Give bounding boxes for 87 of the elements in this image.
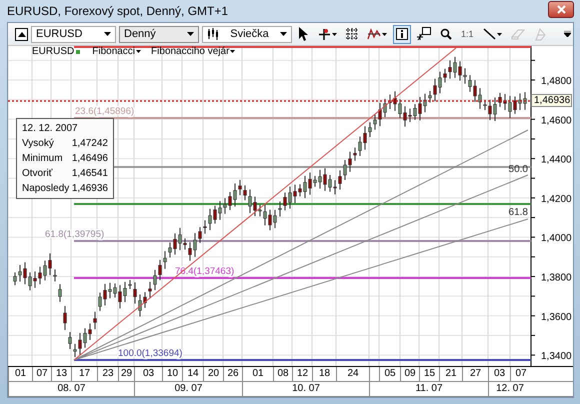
caret-icon bbox=[104, 32, 111, 36]
overflow-button[interactable] bbox=[564, 31, 571, 37]
crosshair-icon bbox=[318, 28, 331, 40]
day-label: 03 bbox=[488, 367, 510, 381]
search-icon bbox=[440, 28, 452, 40]
fan-level-label: 61.8 bbox=[508, 207, 528, 218]
info-tool-button[interactable] bbox=[393, 24, 411, 44]
tooltip-field-name: Naposledy bbox=[22, 183, 70, 194]
series-marker-icon bbox=[76, 50, 80, 54]
tooltip-field-name: Minimum bbox=[22, 153, 63, 164]
month-label: 12. 07 bbox=[488, 382, 531, 396]
day-label: 17 bbox=[71, 367, 97, 381]
day-label: 24 bbox=[336, 367, 369, 381]
caret-icon bbox=[230, 50, 236, 53]
price-axis-label: 1,4200 bbox=[541, 194, 572, 205]
day-label: 21 bbox=[439, 367, 462, 381]
day-label: 07 bbox=[32, 367, 51, 381]
symbol-legend: EURUSD bbox=[32, 46, 74, 57]
month-label: 10. 07 bbox=[242, 382, 369, 396]
day-label: 01 bbox=[8, 367, 32, 381]
price-axis-label: 1,3600 bbox=[541, 312, 572, 323]
day-label: 20 bbox=[203, 367, 223, 381]
caret-icon bbox=[496, 32, 502, 36]
price-axis-label: 1,3400 bbox=[541, 351, 572, 362]
triangle-up-icon bbox=[18, 32, 26, 36]
chevron-down-icon bbox=[564, 31, 571, 37]
day-label: 13 bbox=[51, 367, 71, 381]
tooltip-field-name: Vysoký bbox=[22, 138, 54, 149]
symbol-dropdown[interactable]: EURUSD bbox=[31, 26, 116, 42]
day-label: 07 bbox=[510, 367, 531, 381]
day-label: 23 bbox=[97, 367, 118, 381]
chart-type-dropdown[interactable]: Sviečka bbox=[202, 26, 292, 42]
day-label: 12 bbox=[292, 367, 312, 381]
close-icon bbox=[556, 4, 566, 14]
fan-level-label: 50.0 bbox=[508, 164, 528, 175]
price-axis-label: 1,4000 bbox=[541, 233, 572, 244]
day-label: 10 bbox=[162, 367, 182, 381]
day-label: 01 bbox=[242, 367, 273, 381]
day-label: 26 bbox=[223, 367, 242, 381]
fibonacci-level-label: 100.0(1,33694) bbox=[118, 348, 182, 359]
fibonacci-level-label: 23.6(1,45896) bbox=[75, 106, 134, 117]
cursor-icon bbox=[298, 27, 308, 41]
price-axis-label: 1,4800 bbox=[541, 76, 572, 87]
current-price-tag: 1,46936 bbox=[531, 94, 572, 107]
period-dropdown[interactable]: Denný bbox=[119, 26, 199, 42]
tooltip-field-value: 1,46496 bbox=[72, 153, 108, 164]
tooltip-date: 12. 12. 2007 bbox=[21, 122, 79, 136]
line-icon bbox=[482, 28, 496, 40]
day-label: 14 bbox=[182, 367, 203, 381]
window-title: EURUSD, Forexový spot, Denný, GMT+1 bbox=[7, 4, 228, 18]
day-label: 18 bbox=[312, 367, 336, 381]
day-label: 08 bbox=[273, 367, 292, 381]
eraser-icon bbox=[510, 28, 525, 40]
day-label: 05 bbox=[379, 367, 400, 381]
price-axis-label: 1,3800 bbox=[541, 272, 572, 284]
month-label: 08. 07 bbox=[8, 382, 134, 396]
caret-icon bbox=[332, 32, 337, 36]
day-label: 03 bbox=[134, 367, 162, 381]
caret-icon bbox=[136, 50, 142, 53]
day-label: 27 bbox=[462, 367, 488, 381]
ratio-button[interactable]: 1:1 bbox=[458, 24, 477, 44]
fibonacci-level-label: 61.8(1,39795) bbox=[45, 229, 104, 240]
caret-icon bbox=[280, 32, 287, 36]
fibonacci-level-line[interactable] bbox=[74, 117, 531, 119]
info-icon bbox=[396, 28, 408, 40]
tooltip-field-name: Otvoriť bbox=[22, 168, 52, 179]
tooltip-field-value: 1,47242 bbox=[72, 138, 108, 149]
price-axis-label: 1,4600 bbox=[541, 115, 572, 126]
collapse-button[interactable] bbox=[15, 28, 28, 40]
drawing-legend-menu[interactable]: Fibonacci bbox=[92, 46, 142, 57]
day-label: 15 bbox=[419, 367, 439, 381]
close-button[interactable] bbox=[548, 0, 574, 18]
tooltip-field-value: 1,46541 bbox=[72, 168, 108, 179]
shapes-icon bbox=[534, 28, 547, 40]
tooltip-field-value: 1,46936 bbox=[72, 183, 108, 194]
caret-icon bbox=[187, 32, 194, 36]
candlestick-icon bbox=[207, 28, 219, 40]
day-label: 09 bbox=[400, 367, 419, 381]
caret-icon bbox=[382, 32, 387, 36]
month-label: 09. 07 bbox=[134, 382, 242, 396]
grid-icon bbox=[346, 28, 358, 40]
drawing-legend-menu[interactable]: Fibonacciho vejár bbox=[151, 46, 236, 57]
month-label: 11. 07 bbox=[369, 382, 488, 396]
day-label: 29 bbox=[118, 367, 134, 381]
price-axis-label: 1,4400 bbox=[541, 154, 572, 166]
indicator-icon bbox=[367, 28, 381, 40]
annotation-icon bbox=[417, 27, 431, 41]
